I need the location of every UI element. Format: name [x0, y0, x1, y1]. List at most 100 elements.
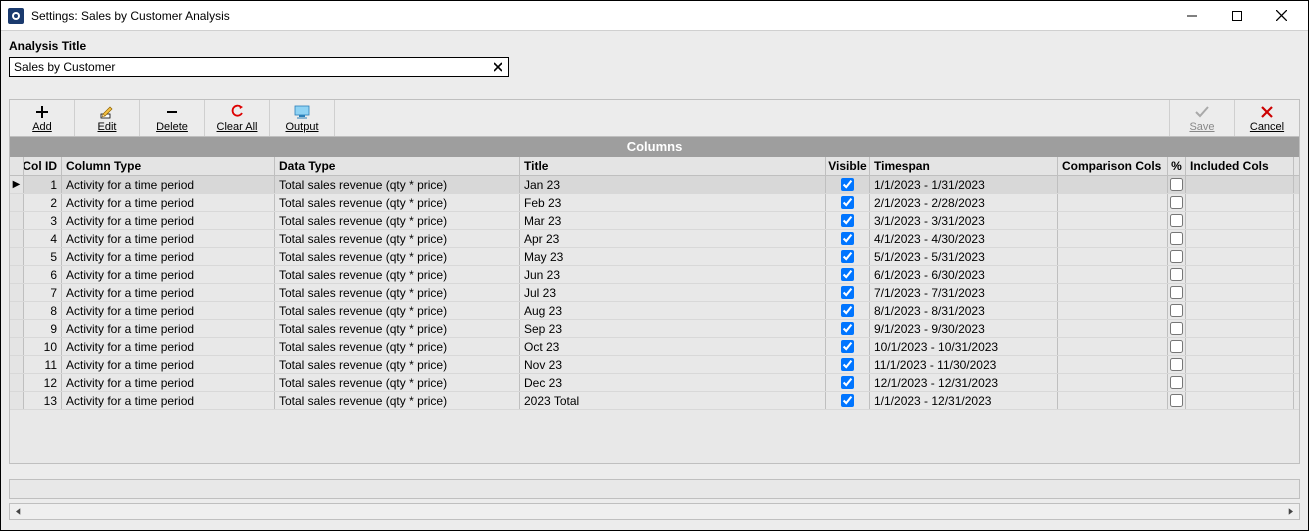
grid-header-included-cols[interactable]: Included Cols — [1186, 157, 1294, 175]
grid-header-visible[interactable]: Visible — [826, 157, 870, 175]
row-selector[interactable] — [10, 392, 24, 409]
grid-header-column-type[interactable]: Column Type — [62, 157, 275, 175]
row-selector[interactable] — [10, 302, 24, 319]
cell-data-type[interactable]: Total sales revenue (qty * price) — [275, 284, 520, 301]
visible-checkbox[interactable] — [841, 376, 854, 389]
cell-id[interactable]: 4 — [24, 230, 62, 247]
cell-id[interactable]: 9 — [24, 320, 62, 337]
scroll-right-button[interactable] — [1282, 504, 1299, 519]
cell-id[interactable]: 12 — [24, 374, 62, 391]
row-selector[interactable] — [10, 284, 24, 301]
visible-checkbox[interactable] — [841, 322, 854, 335]
scroll-left-button[interactable] — [10, 504, 27, 519]
cell-timespan[interactable]: 9/1/2023 - 9/30/2023 — [870, 320, 1058, 337]
clear-all-button[interactable]: Clear All — [205, 100, 270, 136]
row-selector[interactable] — [10, 356, 24, 373]
edit-button[interactable]: Edit — [75, 100, 140, 136]
cell-timespan[interactable]: 1/1/2023 - 1/31/2023 — [870, 176, 1058, 193]
cell-column-type[interactable]: Activity for a time period — [62, 230, 275, 247]
pct-checkbox[interactable] — [1170, 358, 1183, 371]
cell-title[interactable]: Feb 23 — [520, 194, 826, 211]
cell-included-cols[interactable] — [1186, 392, 1294, 409]
clear-title-button[interactable] — [488, 58, 508, 76]
cell-comparison-cols[interactable] — [1058, 392, 1168, 409]
grid-body[interactable]: ▶1Activity for a time periodTotal sales … — [10, 176, 1299, 463]
cell-comparison-cols[interactable] — [1058, 230, 1168, 247]
cell-comparison-cols[interactable] — [1058, 284, 1168, 301]
cell-comparison-cols[interactable] — [1058, 176, 1168, 193]
cell-timespan[interactable]: 11/1/2023 - 11/30/2023 — [870, 356, 1058, 373]
cell-id[interactable]: 3 — [24, 212, 62, 229]
cell-timespan[interactable]: 4/1/2023 - 4/30/2023 — [870, 230, 1058, 247]
cell-comparison-cols[interactable] — [1058, 194, 1168, 211]
cell-title[interactable]: Aug 23 — [520, 302, 826, 319]
pct-checkbox[interactable] — [1170, 178, 1183, 191]
visible-checkbox[interactable] — [841, 268, 854, 281]
table-row[interactable]: ▶1Activity for a time periodTotal sales … — [10, 176, 1299, 194]
row-selector[interactable] — [10, 194, 24, 211]
pct-checkbox[interactable] — [1170, 394, 1183, 407]
pct-checkbox[interactable] — [1170, 196, 1183, 209]
grid-header-data-type[interactable]: Data Type — [275, 157, 520, 175]
cell-title[interactable]: Mar 23 — [520, 212, 826, 229]
cell-included-cols[interactable] — [1186, 194, 1294, 211]
table-row[interactable]: 13Activity for a time periodTotal sales … — [10, 392, 1299, 410]
cell-title[interactable]: May 23 — [520, 248, 826, 265]
grid-header-timespan[interactable]: Timespan — [870, 157, 1058, 175]
cell-data-type[interactable]: Total sales revenue (qty * price) — [275, 392, 520, 409]
table-row[interactable]: 2Activity for a time periodTotal sales r… — [10, 194, 1299, 212]
row-selector[interactable] — [10, 266, 24, 283]
cell-column-type[interactable]: Activity for a time period — [62, 212, 275, 229]
cell-included-cols[interactable] — [1186, 338, 1294, 355]
row-selector[interactable] — [10, 320, 24, 337]
cell-column-type[interactable]: Activity for a time period — [62, 392, 275, 409]
cell-data-type[interactable]: Total sales revenue (qty * price) — [275, 266, 520, 283]
row-selector[interactable] — [10, 374, 24, 391]
cell-title[interactable]: Oct 23 — [520, 338, 826, 355]
cell-id[interactable]: 2 — [24, 194, 62, 211]
cell-id[interactable]: 1 — [24, 176, 62, 193]
cell-comparison-cols[interactable] — [1058, 356, 1168, 373]
cell-included-cols[interactable] — [1186, 374, 1294, 391]
cell-data-type[interactable]: Total sales revenue (qty * price) — [275, 212, 520, 229]
cell-column-type[interactable]: Activity for a time period — [62, 320, 275, 337]
pct-checkbox[interactable] — [1170, 232, 1183, 245]
cell-timespan[interactable]: 5/1/2023 - 5/31/2023 — [870, 248, 1058, 265]
cell-id[interactable]: 13 — [24, 392, 62, 409]
visible-checkbox[interactable] — [841, 214, 854, 227]
cell-title[interactable]: Jul 23 — [520, 284, 826, 301]
visible-checkbox[interactable] — [841, 250, 854, 263]
cell-included-cols[interactable] — [1186, 230, 1294, 247]
visible-checkbox[interactable] — [841, 358, 854, 371]
cell-comparison-cols[interactable] — [1058, 212, 1168, 229]
add-button[interactable]: Add — [10, 100, 75, 136]
cell-id[interactable]: 11 — [24, 356, 62, 373]
cell-column-type[interactable]: Activity for a time period — [62, 266, 275, 283]
grid-header-selector[interactable] — [10, 157, 24, 175]
cell-column-type[interactable]: Activity for a time period — [62, 338, 275, 355]
pct-checkbox[interactable] — [1170, 286, 1183, 299]
output-button[interactable]: Output — [270, 100, 335, 136]
grid-header-pct[interactable]: % — [1168, 157, 1186, 175]
cell-comparison-cols[interactable] — [1058, 320, 1168, 337]
cell-included-cols[interactable] — [1186, 356, 1294, 373]
pct-checkbox[interactable] — [1170, 376, 1183, 389]
row-selector[interactable] — [10, 248, 24, 265]
scroll-track[interactable] — [27, 504, 1282, 519]
visible-checkbox[interactable] — [841, 394, 854, 407]
cell-column-type[interactable]: Activity for a time period — [62, 284, 275, 301]
cell-comparison-cols[interactable] — [1058, 248, 1168, 265]
cell-timespan[interactable]: 6/1/2023 - 6/30/2023 — [870, 266, 1058, 283]
cell-id[interactable]: 8 — [24, 302, 62, 319]
delete-button[interactable]: Delete — [140, 100, 205, 136]
pct-checkbox[interactable] — [1170, 304, 1183, 317]
visible-checkbox[interactable] — [841, 178, 854, 191]
row-selector[interactable]: ▶ — [10, 176, 24, 193]
row-selector[interactable] — [10, 230, 24, 247]
analysis-title-input[interactable] — [10, 58, 488, 76]
cell-title[interactable]: Dec 23 — [520, 374, 826, 391]
minimize-button[interactable] — [1169, 2, 1214, 30]
table-row[interactable]: 8Activity for a time periodTotal sales r… — [10, 302, 1299, 320]
cell-timespan[interactable]: 3/1/2023 - 3/31/2023 — [870, 212, 1058, 229]
cell-timespan[interactable]: 10/1/2023 - 10/31/2023 — [870, 338, 1058, 355]
